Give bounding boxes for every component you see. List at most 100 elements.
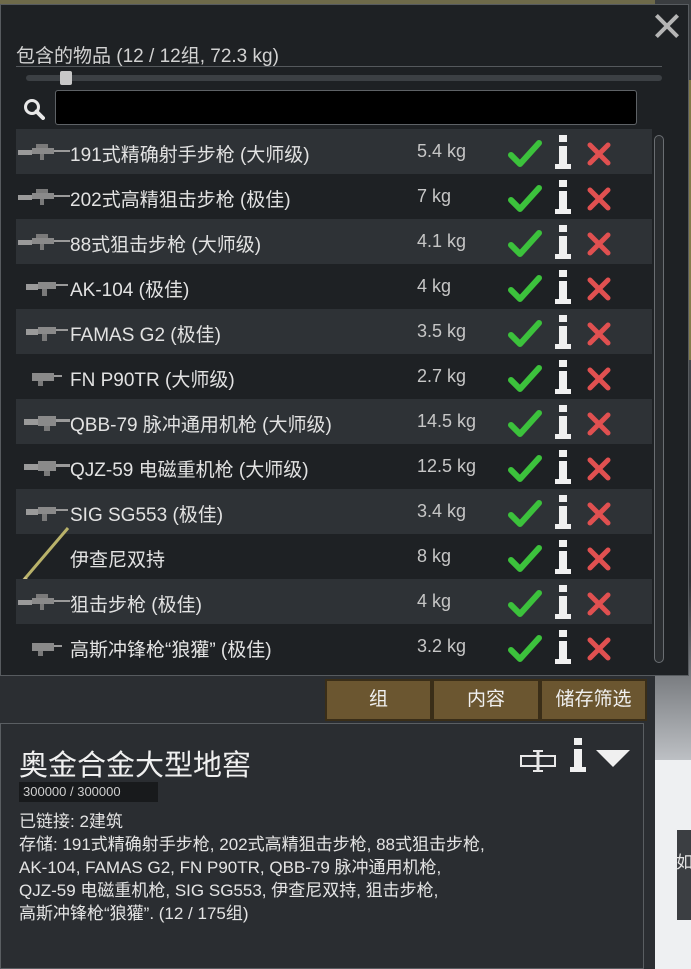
info-icon[interactable]	[553, 360, 573, 394]
remove-icon[interactable]	[586, 636, 612, 662]
item-name: FAMAS G2 (极佳)	[70, 325, 221, 346]
info-icon[interactable]	[553, 225, 573, 259]
stored-items-text: 存储: 191式精确射手步枪, 202式高精狙击步枪, 88式狙击步枪, AK-…	[19, 835, 485, 923]
info-icon[interactable]	[553, 135, 573, 169]
list-item[interactable]: QJZ-59 电磁重机枪 (大师级) 12.5 kg	[16, 444, 652, 489]
info-icon[interactable]	[553, 450, 573, 484]
item-weight: 5.4 kg	[417, 141, 467, 161]
list-item[interactable]: 狙击步枪 (极佳) 4 kg	[16, 579, 652, 624]
inspect-details: 已链接: 2建筑 存储: 191式精确射手步枪, 202式高精狙击步枪, 88式…	[19, 810, 619, 925]
assault-rifle-icon	[26, 327, 68, 341]
remove-icon[interactable]	[586, 501, 612, 527]
list-item[interactable]: 伊查尼双持 8 kg	[16, 527, 652, 586]
allow-check-icon[interactable]	[508, 139, 542, 169]
list-item[interactable]: AK-104 (极佳) 4 kg	[16, 264, 652, 309]
panel-title: 包含的物品 (12 / 12组, 72.3 kg)	[16, 46, 279, 67]
info-icon[interactable]	[553, 180, 573, 214]
allow-check-icon[interactable]	[508, 229, 542, 259]
item-weight: 3.5 kg	[417, 321, 467, 341]
scrollbar-thumb[interactable]	[654, 135, 664, 663]
info-icon[interactable]	[553, 270, 573, 304]
list-item[interactable]: 202式高精狙击步枪 (极佳) 7 kg	[16, 174, 652, 219]
item-name: AK-104 (极佳)	[70, 280, 190, 301]
list-item[interactable]: FN P90TR (大师级) 2.7 kg	[16, 354, 652, 399]
info-icon[interactable]	[553, 540, 573, 574]
sniper-rifle-icon	[18, 234, 70, 250]
smg-icon	[32, 373, 62, 386]
zoom-slider[interactable]	[26, 71, 662, 85]
list-item[interactable]: SIG SG553 (极佳) 3.4 kg	[16, 489, 652, 534]
building-title: 奥金合金大型地窖	[19, 750, 252, 782]
item-weight: 12.5 kg	[417, 456, 477, 476]
list-item[interactable]: QBB-79 脉冲通用机枪 (大师级) 14.5 kg	[16, 399, 652, 444]
menu-dropdown-icon[interactable]	[596, 748, 630, 768]
allow-check-icon[interactable]	[508, 409, 542, 439]
remove-icon[interactable]	[586, 546, 612, 572]
inspect-pane: 奥金合金大型地窖 300000 / 300000 已链接: 2建筑 存储: 19…	[0, 723, 644, 969]
assault-rifle-icon	[26, 507, 68, 521]
allow-check-icon[interactable]	[508, 319, 542, 349]
list-item[interactable]: 88式狙击步枪 (大师级) 4.1 kg	[16, 219, 652, 264]
scrollbar[interactable]	[652, 133, 668, 665]
linked-buildings-text: 已链接: 2建筑	[19, 812, 123, 831]
remove-icon[interactable]	[586, 186, 612, 212]
remove-icon[interactable]	[586, 411, 612, 437]
allow-check-icon[interactable]	[508, 634, 542, 664]
info-icon[interactable]	[553, 495, 573, 529]
info-icon[interactable]	[553, 315, 573, 349]
remove-icon[interactable]	[586, 456, 612, 482]
item-weight: 14.5 kg	[417, 411, 477, 431]
hit-points-readout: 300000 / 300000	[19, 782, 158, 802]
allow-check-icon[interactable]	[508, 364, 542, 394]
offscreen-window-edge	[677, 830, 691, 920]
list-item[interactable]: 高斯冲锋枪“狼獾” (极佳) 3.2 kg	[16, 624, 652, 669]
close-icon[interactable]	[652, 11, 682, 41]
item-weight: 7 kg	[417, 186, 452, 206]
item-name: 高斯冲锋枪“狼獾” (极佳)	[70, 640, 272, 661]
item-name: 狙击步枪 (极佳)	[70, 595, 202, 616]
item-name: QJZ-59 电磁重机枪 (大师级)	[70, 460, 309, 481]
assault-rifle-icon	[26, 282, 68, 296]
info-icon[interactable]	[568, 738, 588, 772]
item-weight: 4 kg	[417, 276, 452, 296]
search-input[interactable]	[55, 90, 637, 125]
info-icon[interactable]	[553, 630, 573, 664]
item-weight: 8 kg	[417, 546, 452, 566]
rename-icon[interactable]	[520, 750, 556, 772]
item-name: 191式精确射手步枪 (大师级)	[70, 145, 310, 166]
item-weight: 4 kg	[417, 591, 452, 611]
item-name: FN P90TR (大师级)	[70, 370, 235, 391]
item-list: 191式精确射手步枪 (大师级) 5.4 kg 202式高精狙击步枪 (极佳) 7 k…	[16, 129, 652, 669]
item-weight: 2.7 kg	[417, 366, 467, 386]
info-icon[interactable]	[553, 585, 573, 619]
storage-contents-panel: 包含的物品 (12 / 12组, 72.3 kg) 191式精确射手步枪 (大师…	[0, 4, 689, 676]
allow-check-icon[interactable]	[508, 499, 542, 529]
sniper-rifle-icon	[18, 189, 70, 205]
remove-icon[interactable]	[586, 276, 612, 302]
allow-check-icon[interactable]	[508, 589, 542, 619]
tab-group[interactable]: 组	[325, 679, 432, 721]
allow-check-icon[interactable]	[508, 454, 542, 484]
item-weight: 3.2 kg	[417, 636, 467, 656]
allow-check-icon[interactable]	[508, 184, 542, 214]
machine-gun-icon	[24, 461, 70, 476]
list-item[interactable]: 191式精确射手步枪 (大师级) 5.4 kg	[16, 129, 652, 174]
item-name: 88式狙击步枪 (大师级)	[70, 235, 262, 256]
remove-icon[interactable]	[586, 141, 612, 167]
allow-check-icon[interactable]	[508, 274, 542, 304]
item-weight: 4.1 kg	[417, 231, 467, 251]
slider-thumb[interactable]	[60, 71, 72, 85]
tab-contents[interactable]: 内容	[432, 679, 540, 721]
item-name: 伊查尼双持	[70, 550, 166, 571]
list-item[interactable]: FAMAS G2 (极佳) 3.5 kg	[16, 309, 652, 354]
remove-icon[interactable]	[586, 591, 612, 617]
info-icon[interactable]	[553, 405, 573, 439]
sniper-rifle-icon	[18, 144, 70, 160]
tab-storage-filter[interactable]: 储存筛选	[540, 679, 647, 721]
item-name: SIG SG553 (极佳)	[70, 505, 224, 526]
remove-icon[interactable]	[586, 366, 612, 392]
remove-icon[interactable]	[586, 231, 612, 257]
remove-icon[interactable]	[586, 321, 612, 347]
allow-check-icon[interactable]	[508, 544, 542, 574]
item-name: 202式高精狙击步枪 (极佳)	[70, 190, 291, 211]
